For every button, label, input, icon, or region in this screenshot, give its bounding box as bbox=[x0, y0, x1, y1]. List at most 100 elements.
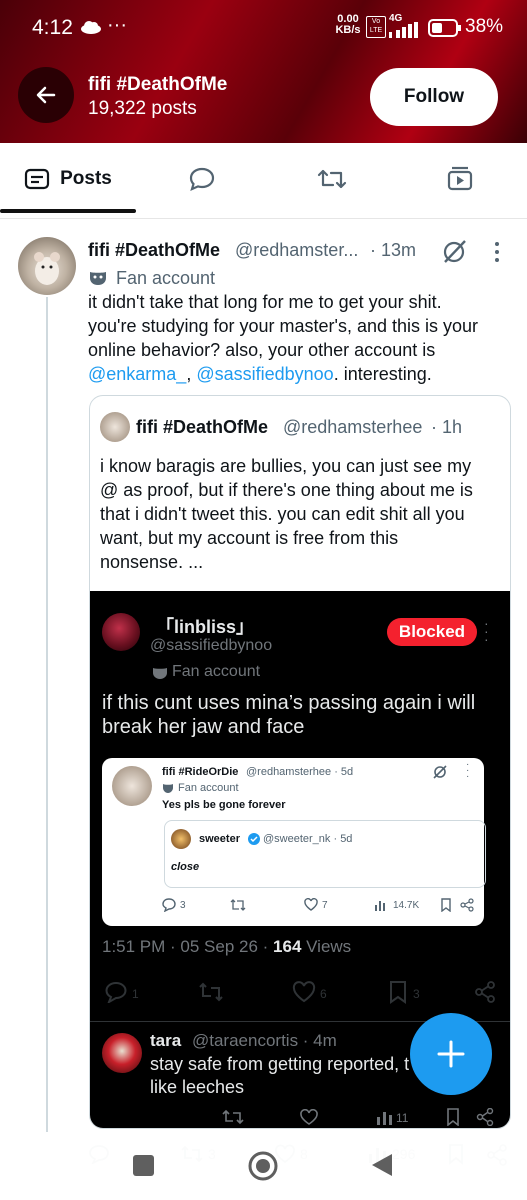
screenshot-bookmark-count: 3 bbox=[413, 987, 420, 1001]
repost-icon bbox=[230, 899, 246, 911]
screenshot-meta: 1:51 PM · 05 Sep 26 · 164 Views bbox=[102, 937, 352, 956]
tweet-author-handle[interactable]: @redhamster... bbox=[235, 240, 358, 261]
tweet-author-name[interactable]: fifi #DeathOfMe bbox=[88, 240, 220, 261]
follow-button[interactable]: Follow bbox=[370, 68, 498, 126]
grok-icon bbox=[433, 765, 447, 779]
grok-icon[interactable] bbox=[440, 238, 468, 266]
tab-media[interactable] bbox=[420, 143, 500, 215]
views-icon bbox=[377, 1112, 392, 1125]
signal-icon bbox=[389, 22, 418, 38]
tab-bar: Posts bbox=[0, 143, 527, 219]
recents-button[interactable] bbox=[133, 1155, 154, 1176]
reply-view-count: 11 bbox=[396, 1111, 409, 1125]
tweet-text: it didn't take that long for me to get y… bbox=[88, 292, 479, 384]
more-options-icon[interactable] bbox=[490, 240, 504, 264]
tweet-time: · 13m bbox=[370, 240, 417, 260]
quote-avatar bbox=[100, 412, 130, 442]
inner-text: Yes pls be gone forever bbox=[162, 799, 286, 811]
mask-icon bbox=[153, 668, 167, 679]
nested-author-name: sweeter bbox=[199, 833, 240, 845]
reply-icon bbox=[105, 981, 127, 1003]
screenshot-author-handle: @sassifiedbynoo bbox=[150, 637, 273, 654]
screenshot-author-name: 「linbliss」 bbox=[156, 617, 255, 637]
share-icon bbox=[460, 898, 474, 912]
back-button[interactable] bbox=[18, 67, 74, 123]
tab-posts[interactable]: Posts bbox=[0, 143, 136, 215]
reply-icon bbox=[162, 898, 176, 912]
volte-icon: Vo LTE bbox=[366, 16, 386, 38]
posts-icon bbox=[25, 168, 50, 190]
status-time: 4:12 bbox=[32, 16, 73, 39]
bookmark-icon bbox=[447, 1108, 459, 1126]
repost-icon bbox=[317, 169, 347, 189]
repost-icon bbox=[222, 1109, 244, 1125]
plus-icon bbox=[437, 1040, 465, 1068]
reply-text: stay safe from getting reported, t like … bbox=[150, 1054, 410, 1097]
avatar[interactable] bbox=[18, 237, 76, 295]
tab-posts-label: Posts bbox=[60, 168, 112, 189]
active-tab-indicator bbox=[0, 209, 136, 213]
screenshot-more-icon: · · · bbox=[484, 615, 489, 647]
cloud-icon bbox=[81, 21, 101, 34]
inner-view-count: 14.7K bbox=[393, 900, 420, 911]
reply-author-handle: @taraencortis · 4m bbox=[192, 1031, 337, 1050]
tab-reposts[interactable] bbox=[292, 143, 372, 215]
screenshot-fan-label: Fan account bbox=[172, 663, 261, 680]
inner-reply-count: 3 bbox=[180, 900, 186, 911]
inner-like-count: 7 bbox=[322, 900, 328, 911]
arrow-left-icon bbox=[36, 86, 56, 104]
inner-avatar bbox=[112, 766, 152, 806]
blocked-badge: Blocked bbox=[387, 618, 477, 646]
system-nav-bar bbox=[0, 1132, 527, 1200]
header-title: fifi #DeathOfMe bbox=[88, 74, 228, 95]
heart-icon bbox=[292, 981, 316, 1003]
repost-icon bbox=[199, 982, 223, 1002]
quote-author-handle: @redhamsterhee bbox=[283, 417, 423, 437]
back-nav-button[interactable] bbox=[370, 1152, 394, 1178]
profile-header: 4:12 ··· 0.00 KB/s Vo LTE 4G 38% fifi #De… bbox=[0, 0, 527, 143]
compose-button[interactable] bbox=[410, 1013, 492, 1095]
mention-link[interactable]: @enkarma_ bbox=[88, 364, 186, 384]
screenshot-embedded-tweet: fifi #RideOrDie @redhamsterhee · 5d · · · … bbox=[102, 758, 486, 926]
inner-quoted-tweet: sweeter @sweeter_nk · 5d close bbox=[164, 820, 486, 888]
inner-fan-label: Fan account bbox=[178, 782, 239, 794]
screenshot-avatar bbox=[102, 613, 140, 651]
views-icon bbox=[375, 901, 385, 911]
nested-avatar bbox=[171, 829, 191, 849]
fan-account-label: Fan account bbox=[116, 268, 216, 288]
inner-author-handle: @redhamsterhee · 5d bbox=[246, 766, 354, 778]
bookmark-icon bbox=[390, 981, 406, 1004]
thread-line bbox=[46, 297, 48, 1132]
reply-author-name: tara bbox=[150, 1031, 182, 1050]
mention-link[interactable]: @sassifiedbynoo bbox=[196, 364, 333, 384]
inner-more-icon: · · · bbox=[466, 759, 470, 782]
screenshot-like-count: 6 bbox=[320, 987, 327, 1001]
hamster-avatar-icon bbox=[34, 252, 60, 285]
reply-avatar bbox=[102, 1033, 142, 1073]
share-icon bbox=[476, 1108, 494, 1126]
verified-badge-icon bbox=[248, 833, 260, 845]
heart-icon bbox=[304, 898, 318, 911]
net-speed: 0.00 KB/s bbox=[335, 13, 361, 36]
post-count: 19,322 posts bbox=[88, 98, 197, 119]
nested-author-handle: @sweeter_nk · 5d bbox=[263, 833, 353, 845]
screenshot-text: if this cunt uses mina’s passing again i… bbox=[102, 692, 476, 738]
inner-author-name: fifi #RideOrDie bbox=[162, 766, 239, 778]
mask-icon bbox=[90, 272, 106, 285]
mask-icon bbox=[163, 784, 173, 793]
heart-icon bbox=[300, 1109, 318, 1125]
more-notifications-icon: ··· bbox=[107, 14, 127, 36]
quote-author-name: fifi #DeathOfMe bbox=[136, 417, 269, 437]
battery-icon bbox=[428, 19, 461, 37]
share-icon bbox=[475, 981, 495, 1003]
video-icon bbox=[447, 166, 473, 191]
reply-icon bbox=[189, 167, 215, 191]
quote-time: · 1h bbox=[431, 417, 463, 437]
bookmark-icon bbox=[441, 898, 451, 912]
tab-replies[interactable] bbox=[162, 143, 242, 215]
home-button[interactable] bbox=[247, 1150, 279, 1182]
quote-text: i know baragis are bullies, you can just… bbox=[100, 456, 473, 572]
screenshot-reply-count: 1 bbox=[132, 987, 139, 1001]
battery-percent: 38% bbox=[465, 16, 504, 37]
nested-text: close bbox=[171, 861, 200, 873]
